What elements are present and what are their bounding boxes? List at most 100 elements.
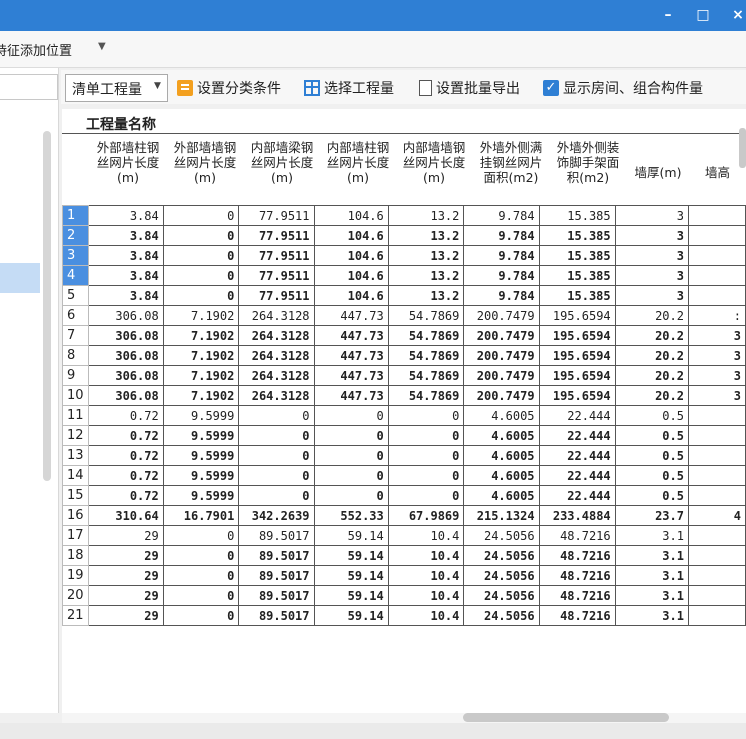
table-cell[interactable]: 59.14 — [313, 525, 389, 546]
table-cell[interactable]: 3 — [614, 205, 689, 226]
table-cell[interactable]: 195.6594 — [538, 365, 616, 386]
batch-export-button[interactable]: 设置批量导出 — [419, 78, 520, 98]
table-row[interactable]: 1 3.84 0 77.9511 104.6 13.2 9.784 15.385 3 — [62, 205, 746, 226]
table-cell[interactable]: 447.73 — [313, 365, 389, 386]
table-cell[interactable]: 195.6594 — [538, 385, 616, 406]
table-cell[interactable]: 48.7216 — [538, 545, 616, 566]
table-row[interactable]: 8 306.08 7.1902 264.3128 447.73 54.7869 200.74… — [62, 345, 746, 366]
table-row[interactable]: 4 3.84 0 77.9511 104.6 13.2 9.784 15.385 3 — [62, 265, 746, 286]
table-cell[interactable]: 9.5999 — [162, 445, 240, 466]
table-cell[interactable]: 447.73 — [313, 305, 389, 326]
table-cell[interactable]: 104.6 — [313, 285, 389, 306]
table-cell[interactable]: 215.1324 — [463, 505, 540, 526]
table-cell[interactable]: 195.6594 — [538, 345, 616, 366]
table-cell[interactable]: 200.7479 — [463, 305, 540, 326]
table-cell[interactable]: 10.4 — [387, 605, 465, 626]
table-cell[interactable]: 13.2 — [387, 265, 465, 286]
table-cell[interactable]: 0.5 — [614, 485, 689, 506]
table-cell[interactable]: 7.1902 — [162, 365, 240, 386]
table-cell[interactable]: 13.2 — [387, 205, 465, 226]
table-cell[interactable]: 0.5 — [614, 405, 689, 426]
table-row[interactable]: 16 310.64 16.7901 342.2639 552.33 67.9869 215.… — [62, 505, 746, 526]
row-number[interactable]: 20 — [62, 585, 89, 606]
table-cell[interactable] — [687, 585, 746, 606]
table-cell[interactable] — [687, 245, 746, 266]
table-cell[interactable]: 447.73 — [313, 345, 389, 366]
column-header[interactable]: 外墙外侧满挂钢丝网片面积(m2) — [474, 140, 548, 185]
table-cell[interactable]: 9.784 — [463, 225, 540, 246]
table-cell[interactable]: 4.6005 — [463, 485, 540, 506]
table-cell[interactable]: 0 — [313, 445, 389, 466]
table-cell[interactable]: 59.14 — [313, 545, 389, 566]
table-cell[interactable]: 0 — [162, 265, 240, 286]
row-number[interactable]: 3 — [62, 245, 89, 266]
table-cell[interactable]: 3.1 — [614, 605, 689, 626]
table-cell[interactable] — [687, 285, 746, 306]
table-cell[interactable] — [687, 445, 746, 466]
table-cell[interactable]: 29 — [87, 545, 164, 566]
table-cell[interactable]: 4.6005 — [463, 465, 540, 486]
table-cell[interactable] — [687, 265, 746, 286]
table-cell[interactable]: 89.5017 — [238, 545, 315, 566]
table-cell[interactable]: 29 — [87, 565, 164, 586]
table-cell[interactable]: 0 — [162, 545, 240, 566]
table-cell[interactable]: 3.84 — [87, 285, 164, 306]
column-header[interactable]: 外部墙墙钢丝网片长度(m) — [169, 140, 241, 185]
table-cell[interactable]: 104.6 — [313, 225, 389, 246]
table-cell[interactable]: 3.84 — [87, 205, 164, 226]
table-row[interactable]: 2 3.84 0 77.9511 104.6 13.2 9.784 15.385 3 — [62, 225, 746, 246]
table-cell[interactable]: 3 — [614, 265, 689, 286]
table-cell[interactable]: 9.5999 — [162, 405, 240, 426]
row-number[interactable]: 7 — [62, 325, 89, 346]
table-cell[interactable]: 3.84 — [87, 225, 164, 246]
row-number[interactable]: 17 — [62, 525, 89, 546]
table-row[interactable]: 15 0.72 9.5999 0 0 0 4.6005 22.444 0.5 — [62, 485, 746, 506]
table-cell[interactable]: 0 — [162, 225, 240, 246]
table-cell[interactable] — [687, 225, 746, 246]
table-cell[interactable]: 24.5056 — [463, 585, 540, 606]
table-cell[interactable]: 59.14 — [313, 605, 389, 626]
table-cell[interactable]: 0.72 — [87, 405, 164, 426]
table-cell[interactable]: 15.385 — [538, 205, 616, 226]
table-cell[interactable] — [687, 425, 746, 446]
left-scrollbar[interactable] — [43, 131, 51, 481]
table-cell[interactable]: 15.385 — [538, 225, 616, 246]
table-cell[interactable]: 22.444 — [538, 485, 616, 506]
table-cell[interactable]: 10.4 — [387, 525, 465, 546]
table-cell[interactable]: 0 — [387, 405, 465, 426]
table-cell[interactable]: 4 — [687, 505, 746, 526]
row-number[interactable]: 18 — [62, 545, 89, 566]
table-cell[interactable]: 20.2 — [614, 305, 689, 326]
table-cell[interactable]: 0 — [162, 285, 240, 306]
row-number[interactable]: 21 — [62, 605, 89, 626]
column-header[interactable]: 墙厚(m) — [628, 165, 688, 180]
table-row[interactable]: 6 306.08 7.1902 264.3128 447.73 54.7869 200.74… — [62, 305, 746, 326]
table-cell[interactable]: 0.72 — [87, 445, 164, 466]
table-cell[interactable]: 264.3128 — [238, 325, 315, 346]
column-header[interactable]: 内部墙墙钢丝网片长度(m) — [398, 140, 470, 185]
table-cell[interactable]: 0.5 — [614, 465, 689, 486]
table-cell[interactable]: 48.7216 — [538, 585, 616, 606]
table-cell[interactable]: 447.73 — [313, 325, 389, 346]
table-cell[interactable]: 24.5056 — [463, 605, 540, 626]
table-cell[interactable]: 48.7216 — [538, 565, 616, 586]
table-cell[interactable]: 0 — [387, 425, 465, 446]
table-cell[interactable]: 15.385 — [538, 245, 616, 266]
table-row[interactable]: 12 0.72 9.5999 0 0 0 4.6005 22.444 0.5 — [62, 425, 746, 446]
table-cell[interactable]: 16.7901 — [162, 505, 240, 526]
table-cell[interactable]: 77.9511 — [238, 265, 315, 286]
column-header[interactable]: 外墙外侧装饰脚手架面积(m2) — [551, 140, 625, 185]
table-cell[interactable] — [687, 565, 746, 586]
table-cell[interactable]: 20.2 — [614, 325, 689, 346]
table-cell[interactable]: 23.7 — [614, 505, 689, 526]
column-header[interactable]: 墙高 — [705, 165, 745, 180]
table-cell[interactable]: 3 — [687, 345, 746, 366]
row-number[interactable]: 2 — [62, 225, 89, 246]
table-cell[interactable]: 0 — [313, 465, 389, 486]
table-cell[interactable]: 4.6005 — [463, 405, 540, 426]
table-cell[interactable]: 264.3128 — [238, 385, 315, 406]
table-cell[interactable]: 3.1 — [614, 545, 689, 566]
table-cell[interactable]: 48.7216 — [538, 525, 616, 546]
table-cell[interactable]: 0 — [313, 485, 389, 506]
table-cell[interactable]: 264.3128 — [238, 305, 315, 326]
